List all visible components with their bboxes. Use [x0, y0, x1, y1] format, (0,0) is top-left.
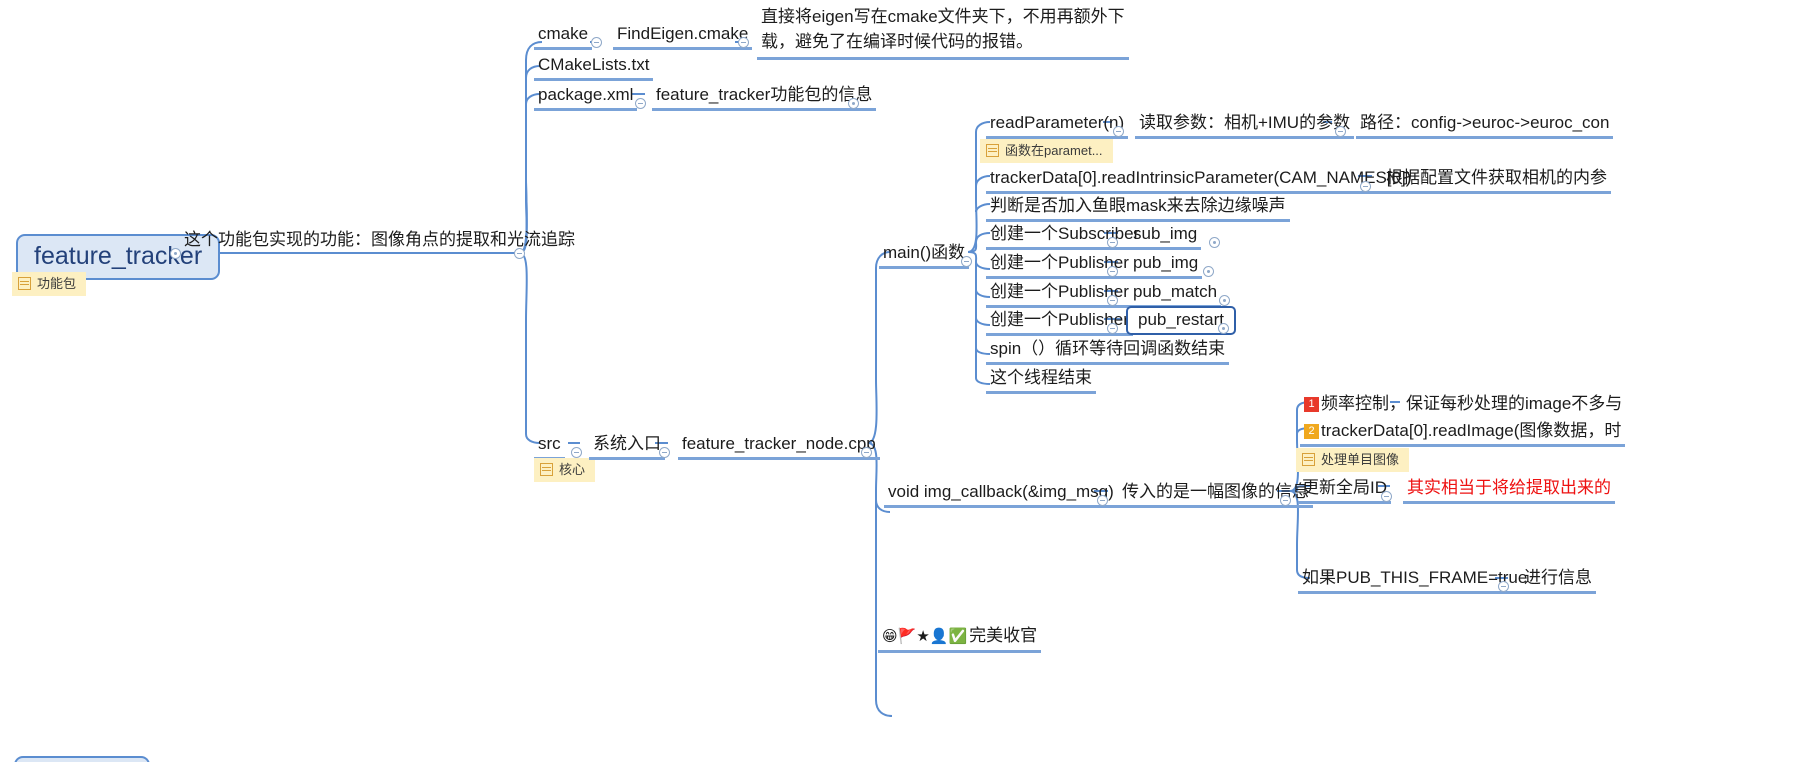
node-thread-end[interactable]: 这个线程结束: [986, 366, 1096, 394]
read-parameter-note[interactable]: 函数在paramet...: [980, 139, 1113, 163]
order-badge-1: 1: [1304, 397, 1319, 412]
find-eigen-collapse-toggle-icon[interactable]: [738, 37, 749, 48]
node-read-intrinsic-parameter[interactable]: trackerData[0].readIntrinsicParameter(CA…: [986, 166, 1416, 194]
node-sub-img[interactable]: sub_img: [1129, 222, 1202, 250]
node-read-intrinsic-description[interactable]: 根据配置文件获取相机的内参: [1382, 166, 1611, 194]
src-collapse-toggle-icon[interactable]: [571, 447, 582, 458]
root-summary-toggle-icon[interactable]: [514, 248, 525, 259]
node-find-eigen-description[interactable]: 直接将eigen写在cmake文件夹下，不用再额外下载，避免了在编译时候代码的报…: [757, 2, 1129, 60]
package-xml-collapse-toggle-icon[interactable]: [635, 98, 646, 109]
node-pub-img[interactable]: pub_img: [1129, 251, 1203, 279]
root-note-label: 功能包: [37, 276, 77, 291]
pub-match-toggle-icon[interactable]: [1219, 295, 1230, 306]
pub-this-frame-toggle-icon[interactable]: [1498, 581, 1509, 592]
finish-label: 完美收官: [969, 626, 1038, 645]
create-publisher-restart-toggle-icon[interactable]: [1107, 323, 1118, 334]
node-read-parameter-description[interactable]: 读取参数：相机+IMU的参数: [1135, 111, 1355, 139]
order-badge-2: 2: [1304, 424, 1319, 439]
sub-img-toggle-icon[interactable]: [1209, 237, 1220, 248]
node-feature-tracker-node-cpp[interactable]: feature_tracker_node.cpp: [678, 432, 880, 460]
node-cmakelists-txt[interactable]: CMakeLists.txt: [534, 53, 654, 81]
node-src[interactable]: src: [534, 432, 565, 460]
node-package-xml-description[interactable]: feature_tracker功能包的信息: [652, 83, 877, 111]
mindmap-canvas[interactable]: feature_tracker 功能包 这个功能包实现的功能：图像角点的提取和光…: [0, 0, 1800, 762]
node-pub-this-frame-description[interactable]: 进行信息: [1520, 566, 1596, 594]
node-cpp-collapse-toggle-icon[interactable]: [861, 447, 872, 458]
note-icon: [540, 463, 553, 476]
create-publisher-match-toggle-icon[interactable]: [1107, 295, 1118, 306]
node-fisheye-mask[interactable]: 判断是否加入鱼眼mask来去除边缘噪声: [986, 194, 1290, 222]
offscreen-node-partial[interactable]: [14, 756, 150, 762]
update-global-id-toggle-icon[interactable]: [1381, 491, 1392, 502]
node-cmake[interactable]: cmake: [534, 22, 593, 50]
img-callback-desc-toggle-icon[interactable]: [1280, 495, 1291, 506]
node-pub-this-frame[interactable]: 如果PUB_THIS_FRAME=true: [1298, 566, 1532, 594]
create-subscriber-toggle-icon[interactable]: [1107, 237, 1118, 248]
node-read-image[interactable]: 2 trackerData[0].readImage(图像数据，时: [1300, 419, 1626, 447]
finish-emoji-icons: 😁🚩★👤✅: [882, 628, 968, 645]
read-parameter-desc-toggle-icon[interactable]: [1335, 126, 1346, 137]
node-update-global-id[interactable]: 更新全局ID: [1298, 476, 1391, 504]
node-read-parameter[interactable]: readParameter(n): [986, 111, 1129, 139]
read-parameter-collapse-toggle-icon[interactable]: [1113, 126, 1124, 137]
package-xml-desc-toggle-icon[interactable]: [848, 98, 859, 109]
node-update-global-id-description[interactable]: 其实相当于将给提取出来的: [1403, 476, 1615, 504]
note-icon: [1302, 453, 1315, 466]
node-src-entry[interactable]: 系统入口: [589, 432, 665, 460]
node-find-eigen-cmake[interactable]: FindEigen.cmake: [613, 22, 753, 50]
node-spin[interactable]: spin（）循环等待回调函数结束: [986, 337, 1230, 365]
node-finish-perfect[interactable]: 😁🚩★👤✅ 完美收官: [878, 624, 1042, 653]
node-package-xml[interactable]: package.xml: [534, 83, 638, 111]
node-main-function[interactable]: main()函数: [879, 241, 970, 269]
src-entry-collapse-toggle-icon[interactable]: [659, 447, 670, 458]
read-image-note[interactable]: 处理单目图像: [1296, 448, 1410, 472]
read-intrinsic-collapse-toggle-icon[interactable]: [1360, 181, 1371, 192]
pub-img-toggle-icon[interactable]: [1203, 266, 1214, 277]
cmake-collapse-toggle-icon[interactable]: [591, 37, 602, 48]
note-icon: [986, 144, 999, 157]
root-note-badge[interactable]: 功能包: [12, 272, 87, 296]
create-publisher-img-toggle-icon[interactable]: [1107, 266, 1118, 277]
node-frequency-control[interactable]: 1 频率控制，保证每秒处理的image不多与: [1300, 392, 1626, 417]
src-note-badge[interactable]: 核心: [534, 458, 596, 482]
main-function-collapse-toggle-icon[interactable]: [961, 256, 972, 267]
node-img-callback[interactable]: void img_callback(&img_msg): [884, 480, 1118, 508]
pub-restart-toggle-icon[interactable]: [1218, 323, 1229, 334]
note-icon: [18, 277, 31, 290]
node-read-parameter-path[interactable]: 路径：config->euroc->euroc_con: [1356, 111, 1614, 139]
node-pub-match[interactable]: pub_match: [1129, 280, 1222, 308]
img-callback-collapse-toggle-icon[interactable]: [1097, 495, 1108, 506]
node-create-subscriber[interactable]: 创建一个Subscriber: [986, 222, 1144, 250]
